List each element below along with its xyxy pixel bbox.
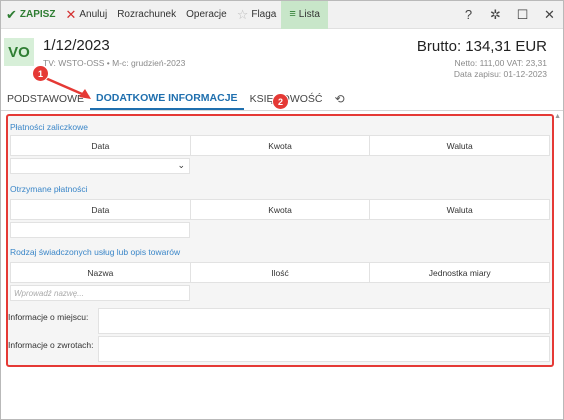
annotation-marker-2: 2 (272, 93, 289, 110)
services-header: Nazwa Ilość Jednostka miary (10, 262, 550, 283)
cancel-label: Anuluj (79, 9, 108, 20)
cancel-button[interactable]: ✕ Anuluj (60, 1, 112, 29)
returns-info-label: Informacje o zwrotach: (8, 340, 94, 350)
list-label: Lista (298, 9, 320, 20)
place-info-label: Informacje o miejscu: (8, 312, 89, 322)
column-header-amount: Kwota (191, 136, 371, 155)
operations-button[interactable]: Operacje (181, 1, 232, 29)
column-header-name: Nazwa (11, 263, 191, 282)
flag-button[interactable]: ☆ Flaga (232, 1, 282, 29)
column-header-date: Data (11, 200, 191, 219)
gross-amount: Brutto: 134,31 EUR (416, 38, 547, 55)
flag-label: Flaga (251, 9, 277, 20)
history-icon[interactable]: ⟲ (329, 88, 351, 110)
chevron-down-icon: ⌄ (177, 160, 185, 170)
list-icon: ≡ (289, 8, 296, 20)
tab-additional-info[interactable]: DODATKOWE INFORMACJE (90, 88, 244, 110)
document-window: ✔ ZAPISZ ✕ Anuluj Rozrachunek Operacje ☆… (0, 0, 564, 420)
document-number: 1/12/2023 (43, 37, 110, 54)
returns-info-field[interactable] (98, 336, 550, 362)
column-header-currency: Waluta (446, 204, 473, 215)
maximize-icon[interactable]: ☐ (509, 1, 536, 29)
star-icon: ☆ (236, 7, 249, 22)
received-payment-date-input[interactable] (10, 222, 190, 238)
list-button[interactable]: ≡ Lista (281, 0, 328, 29)
annotation-arrow (42, 75, 91, 99)
save-date: Data zapisu: 01-12-2023 (453, 69, 547, 79)
operations-label: Operacje (186, 9, 227, 20)
advance-payment-date-dropdown[interactable]: ⌄ (10, 158, 190, 174)
annotation-marker-1: 1 (32, 65, 49, 82)
help-icon[interactable]: ? (455, 1, 482, 29)
column-header-date: Data (11, 136, 191, 155)
section-title-services: Rodzaj świadczonych usług lub opis towar… (10, 247, 181, 257)
column-header-amount: Kwota (191, 200, 371, 219)
gear-icon[interactable]: ✲ (482, 1, 509, 29)
document-type-badge: VO (4, 38, 34, 66)
close-window-icon[interactable]: ✕ (536, 1, 563, 29)
column-header-unit: Jednostka miary (428, 267, 491, 278)
toolbar: ✔ ZAPISZ ✕ Anuluj Rozrachunek Operacje ☆… (1, 0, 563, 29)
scroll-up-arrow[interactable]: ▲ (554, 113, 561, 120)
settlement-label: Rozrachunek (117, 9, 177, 20)
save-label: ZAPISZ (19, 9, 56, 20)
net-vat-amount: Netto: 111,00 VAT: 23,31 (454, 58, 547, 68)
advance-payments-header: Data Kwota Waluta (10, 135, 550, 156)
place-info-field[interactable] (98, 308, 550, 334)
column-header-currency: Waluta (446, 140, 473, 151)
column-header-quantity: Ilość (191, 263, 371, 282)
received-payments-header: Data Kwota Waluta (10, 199, 550, 220)
window-controls: ? ✲ ☐ ✕ (455, 1, 563, 29)
section-title-advance-payments: Płatności zaliczkowe (10, 122, 88, 132)
section-title-received-payments: Otrzymane płatności (10, 184, 88, 194)
additional-info-panel: Płatności zaliczkowe Data Kwota Waluta ⌄… (6, 114, 554, 367)
close-icon: ✕ (65, 7, 77, 22)
service-name-input[interactable]: Wprowadź nazwę... (10, 285, 190, 301)
settlement-button[interactable]: Rozrachunek (112, 1, 181, 29)
document-meta: TV: WSTO-OSS • M-c: grudzień-2023 (43, 58, 186, 68)
save-button[interactable]: ✔ ZAPISZ (1, 1, 60, 29)
check-icon: ✔ (6, 7, 17, 22)
